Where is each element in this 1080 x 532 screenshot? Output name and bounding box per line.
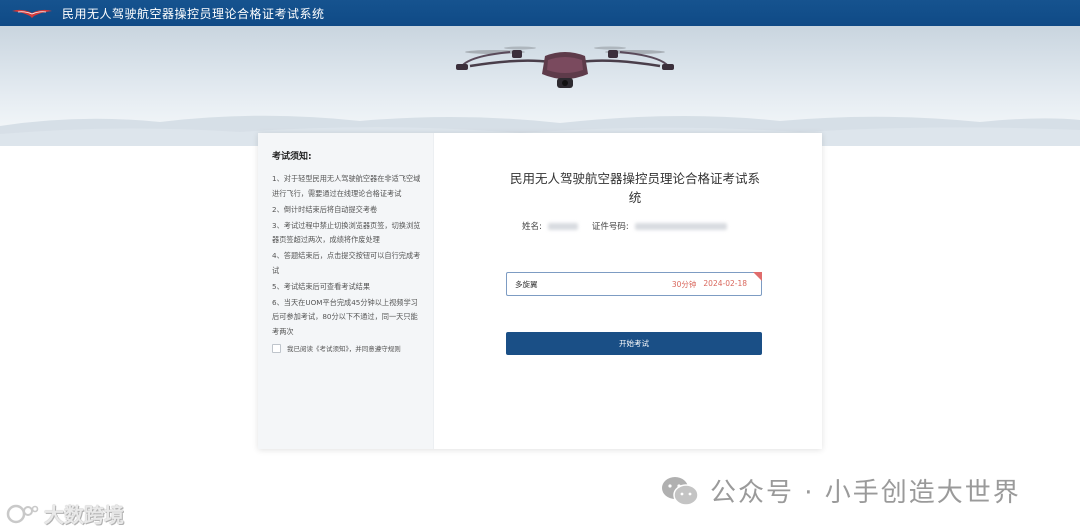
exam-subject-option[interactable]: 多旋翼 30分钟 2024-02-18 xyxy=(506,272,762,296)
name-value-redacted xyxy=(547,222,578,230)
candidate-info: 姓名: 证件号码: xyxy=(522,220,727,232)
subject-duration: 30分钟 xyxy=(671,279,697,289)
watermark-right-text: 公众号 · 小手创造大世界 xyxy=(710,478,1021,508)
caac-logo-icon xyxy=(10,5,54,21)
exam-title: 民用无人驾驶航空器操控员理论合格证考试系统 xyxy=(509,171,760,205)
id-label: 证件号码: xyxy=(591,222,629,232)
selected-corner-icon xyxy=(753,272,762,281)
notice-item: 6、当天在UOM平台完成45分钟以上视频学习后可参加考试，80分以下不通过，同一… xyxy=(272,297,418,336)
app-title: 民用无人驾驶航空器操控员理论合格证考试系统 xyxy=(62,6,325,21)
watermark-left: 大数跨境 xyxy=(6,499,124,528)
subject-name: 多旋翼 xyxy=(515,279,538,289)
drone-banner-illustration xyxy=(0,46,1080,146)
hero-banner xyxy=(0,26,1080,146)
subject-date: 2024-02-18 xyxy=(703,278,747,288)
notice-title: 考试须知: xyxy=(272,152,312,162)
exam-card: 考试须知: 1、对于轻型民用无人驾驶航空器在非适飞空域进行飞行，需要通过在线理论… xyxy=(258,133,822,449)
notice-item: 3、考试过程中禁止切换浏览器页签，切换浏览器页签超过两次，成绩将作废处理 xyxy=(272,220,421,245)
notice-item: 4、答题结束后，点击提交按钮可以自行完成考试 xyxy=(272,251,421,275)
start-exam-button[interactable]: 开始考试 xyxy=(506,332,762,355)
exam-notice-panel: 考试须知: 1、对于轻型民用无人驾驶航空器在非适飞空域进行飞行，需要通过在线理论… xyxy=(258,133,434,449)
agree-row[interactable]: 我已阅读《考试须知》，并同意遵守规则 xyxy=(272,343,421,353)
name-label: 姓名: xyxy=(522,222,542,232)
watermark-left-text: 大数跨境 xyxy=(44,503,124,527)
agree-checkbox[interactable] xyxy=(272,343,281,353)
watermark-logo-icon xyxy=(6,504,39,523)
top-bar: 民用无人驾驶航空器操控员理论合格证考试系统 xyxy=(0,0,1080,26)
watermark-right: 公众号 · 小手创造大世界 xyxy=(660,472,1021,509)
id-value-redacted xyxy=(634,222,727,230)
agree-label[interactable]: 我已阅读《考试须知》，并同意遵守规则 xyxy=(287,343,401,353)
subject-meta: 30分钟 2024-02-18 xyxy=(672,279,747,290)
drone-icon xyxy=(456,46,674,88)
notice-item: 2、倒计时结束后将自动提交考卷 xyxy=(272,204,378,214)
notice-item: 5、考试结束后可查看考试结果 xyxy=(272,281,371,291)
wechat-icon xyxy=(662,476,699,506)
exam-main-panel: 民用无人驾驶航空器操控员理论合格证考试系统 姓名: 证件号码: 多旋翼 30分钟… xyxy=(434,133,822,449)
notice-item: 1、对于轻型民用无人驾驶航空器在非适飞空域进行飞行，需要通过在线理论合格证考试 xyxy=(272,174,421,198)
